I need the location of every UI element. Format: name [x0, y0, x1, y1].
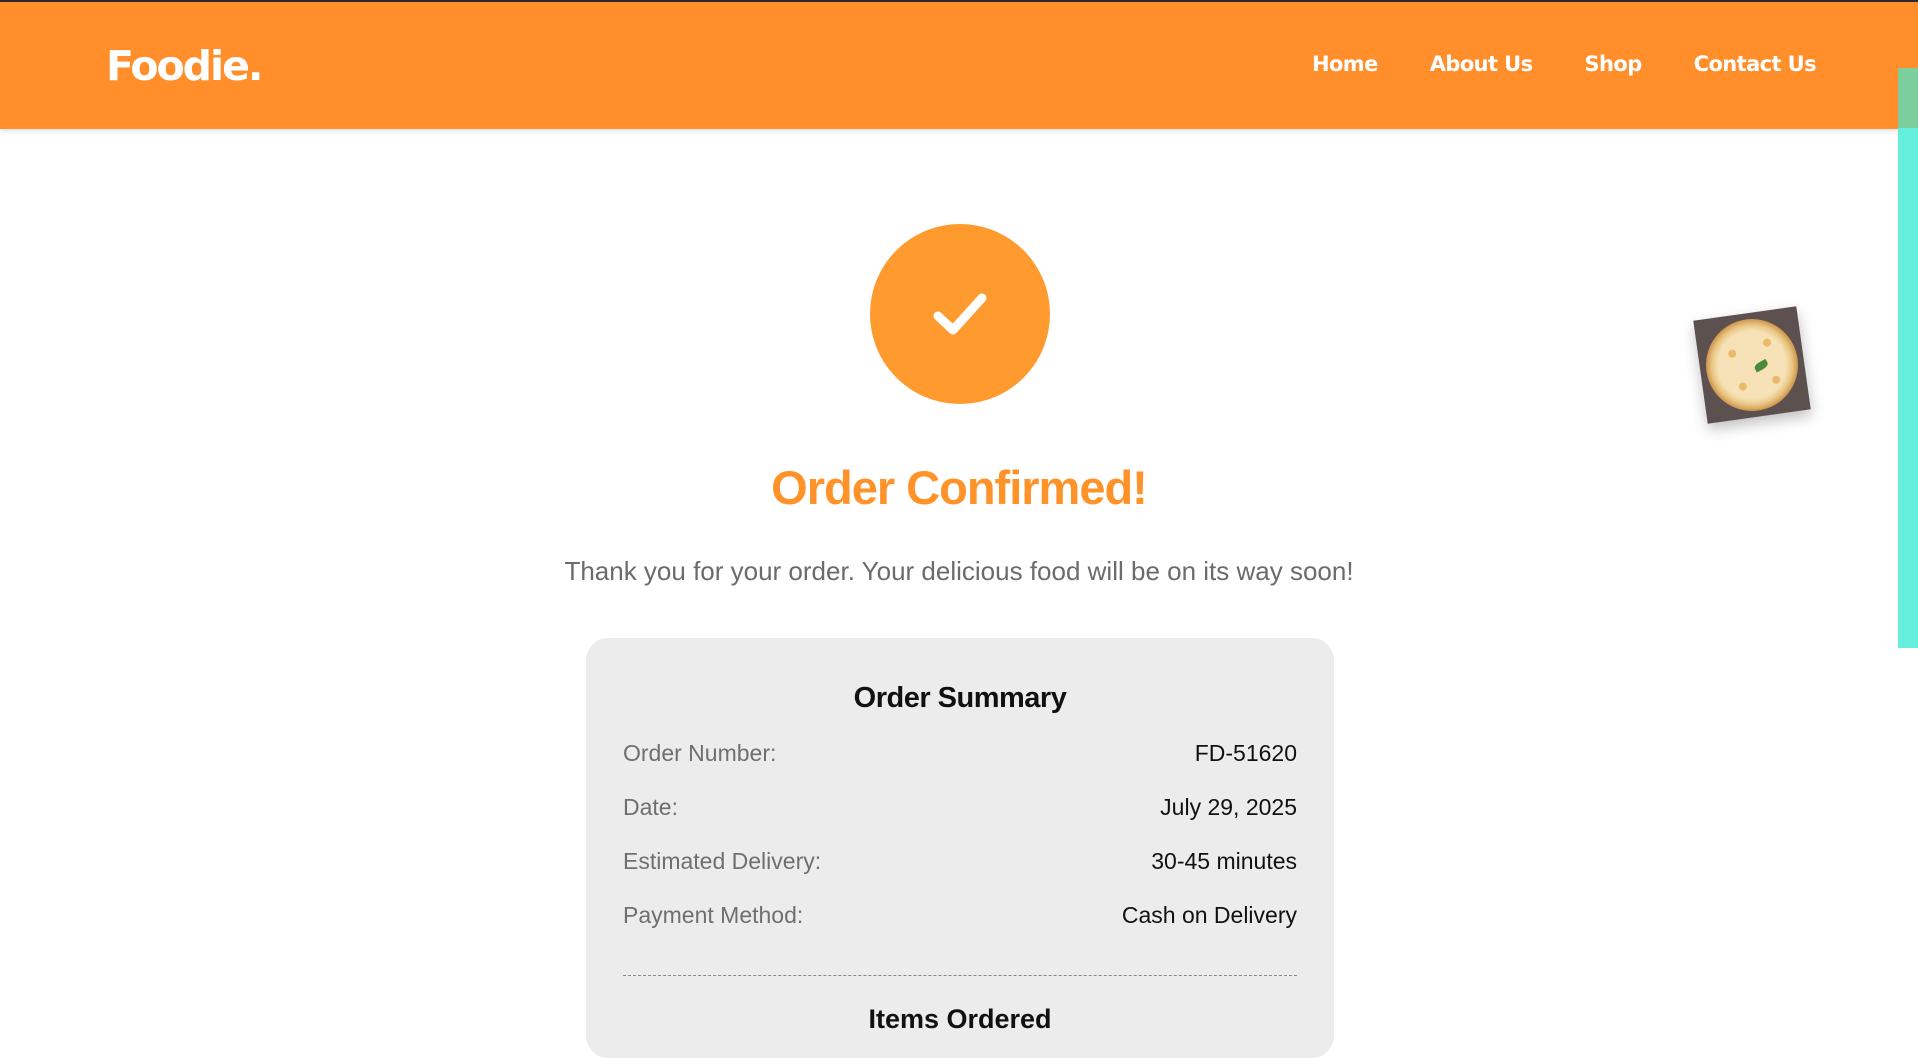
navbar: Foodie. Home About Us Shop Contact Us — [0, 2, 1918, 129]
order-summary-card: Order Summary Order Number: FD-51620 Dat… — [586, 638, 1334, 1058]
payment-method-value: Cash on Delivery — [1121, 901, 1297, 928]
date-value: July 29, 2025 — [1160, 793, 1297, 820]
summary-row-date: Date: July 29, 2025 — [623, 792, 1297, 822]
order-number-value: FD-51620 — [1194, 739, 1297, 766]
summary-row-payment-method: Payment Method: Cash on Delivery — [623, 900, 1297, 930]
date-label: Date: — [623, 793, 678, 820]
order-summary-title: Order Summary — [853, 682, 1067, 714]
order-number-label: Order Number: — [623, 739, 777, 766]
check-icon — [933, 293, 987, 335]
pizza-image — [1693, 306, 1811, 424]
summary-row-estimated-delivery: Estimated Delivery: 30-45 minutes — [623, 846, 1297, 876]
page-title: Order Confirmed! — [771, 461, 1148, 514]
summary-divider — [623, 975, 1297, 976]
pizza-topping — [1738, 381, 1748, 391]
summary-row-order-number: Order Number: FD-51620 — [623, 738, 1297, 768]
success-badge — [870, 224, 1050, 404]
nav-link-about-us[interactable]: About Us — [1430, 52, 1533, 76]
pizza-topping — [1727, 349, 1737, 359]
logo[interactable]: Foodie. — [106, 42, 263, 90]
estimated-delivery-value: 30-45 minutes — [1151, 847, 1297, 874]
items-ordered-title: Items Ordered — [868, 1004, 1052, 1034]
pizza-topping — [1771, 375, 1781, 385]
confirmation-message: Thank you for your order. Your delicious… — [564, 556, 1354, 586]
nav-links: Home About Us Shop Contact Us — [1312, 52, 1817, 76]
nav-link-shop[interactable]: Shop — [1585, 52, 1643, 76]
pizza-topping — [1762, 338, 1772, 348]
payment-method-label: Payment Method: — [623, 901, 804, 928]
nav-link-home[interactable]: Home — [1312, 52, 1378, 76]
estimated-delivery-label: Estimated Delivery: — [623, 847, 822, 874]
basil-leaf — [1753, 358, 1770, 373]
nav-link-contact-us[interactable]: Contact Us — [1694, 52, 1817, 76]
pizza-crust — [1700, 313, 1804, 417]
